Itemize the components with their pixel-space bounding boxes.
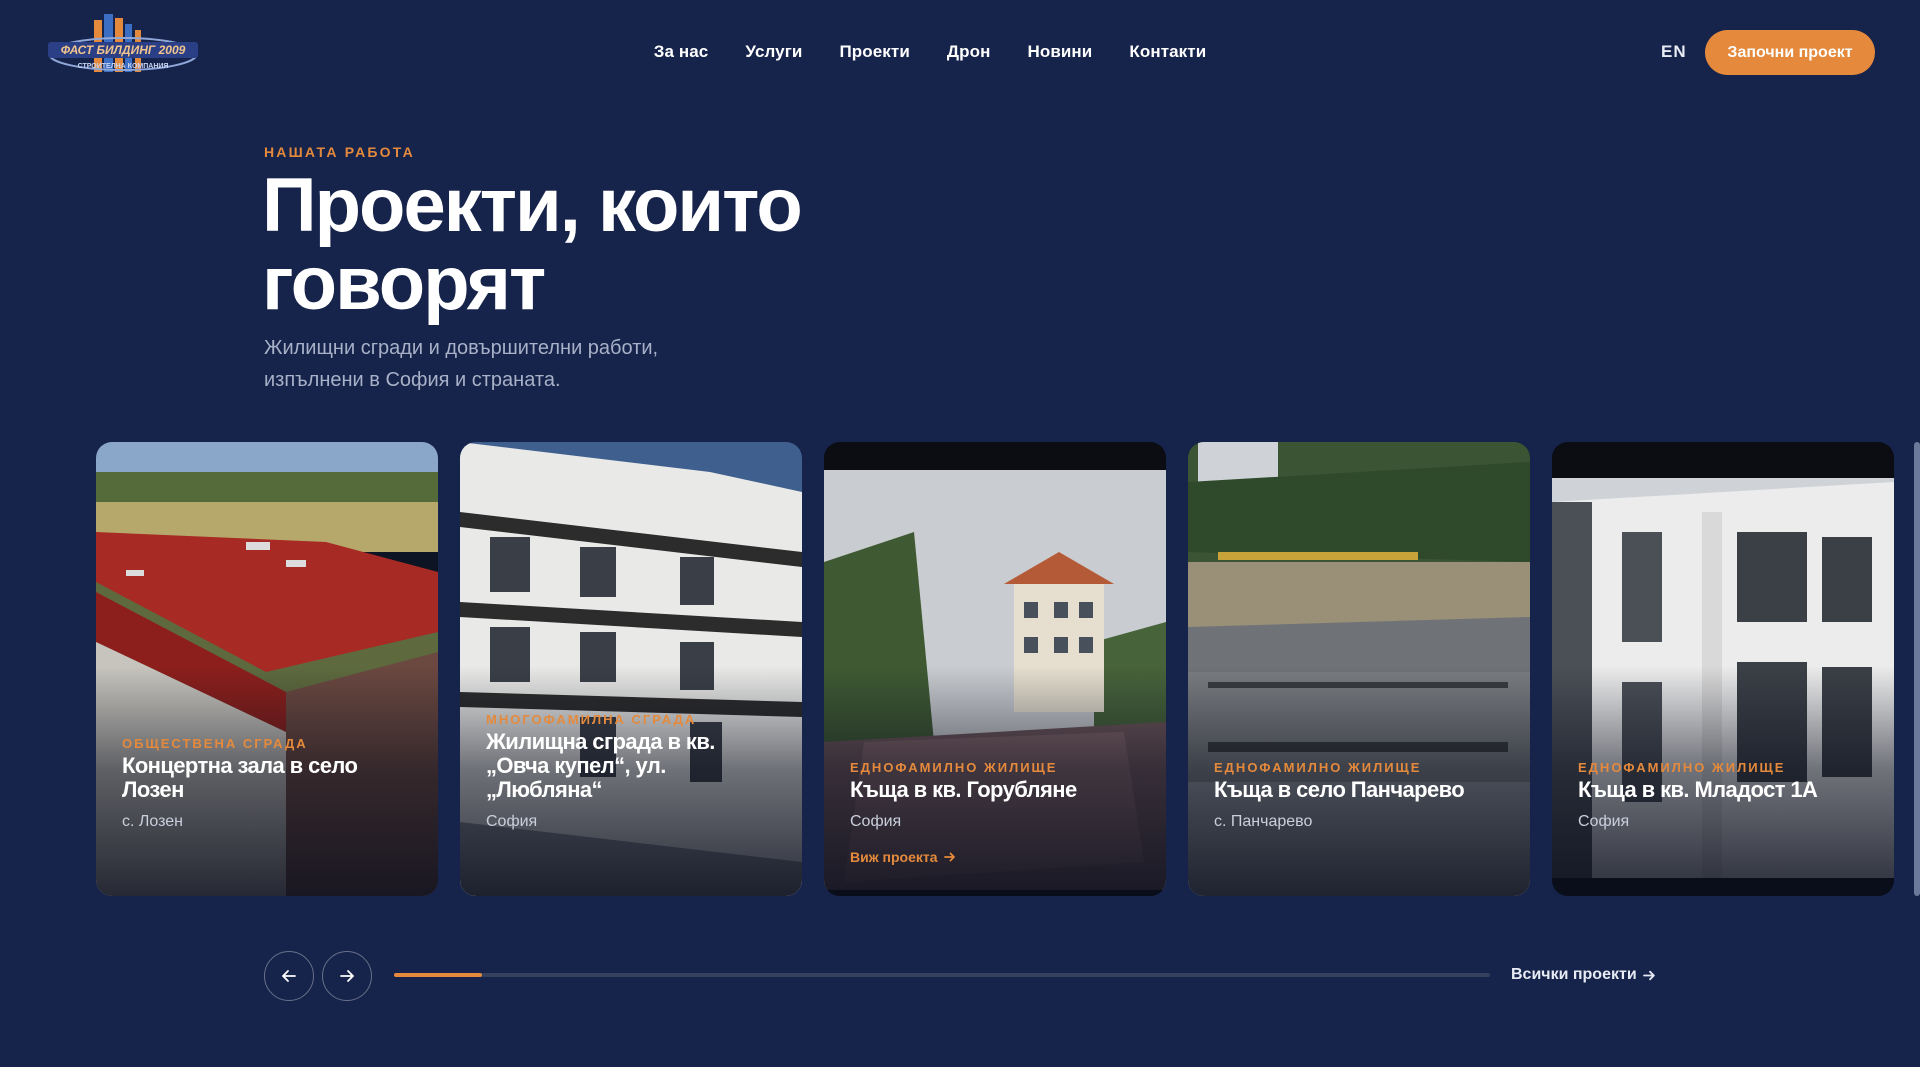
- nav-link-contacts[interactable]: Контакти: [1129, 40, 1206, 64]
- view-project-link[interactable]: Виж проекта: [850, 848, 1146, 866]
- carousel-prev-button[interactable]: [264, 951, 314, 1001]
- page: ФАСТ БИЛДИНГ 2009 СТРОИТЕЛНА КОМПАНИЯ За…: [0, 0, 1920, 1067]
- carousel-progress-track[interactable]: [394, 973, 1490, 977]
- project-card-pancharevo[interactable]: ЕДНОФАМИЛНО ЖИЛИЩЕ Къща в село Панчарево…: [1188, 442, 1530, 896]
- card-category: ЕДНОФАМИЛНО ЖИЛИЩЕ: [1578, 760, 1786, 775]
- projects-carousel: ОБЩЕСТВЕНА СГРАДА Концертна зала в село …: [0, 442, 1920, 897]
- card-title: Къща в село Панчарево: [1214, 777, 1465, 802]
- card-category: ЕДНОФАМИЛНО ЖИЛИЩЕ: [1214, 760, 1422, 775]
- page-subtitle-line-2: изпълнени в София и страната.: [264, 369, 561, 391]
- nav-link-drone[interactable]: Дрон: [947, 40, 991, 64]
- start-project-button[interactable]: Започни проект: [1705, 30, 1875, 75]
- card-title: Къща в кв. Горубляне: [850, 777, 1077, 802]
- card-location: София: [486, 813, 538, 830]
- arrow-right-icon: [340, 970, 354, 982]
- main-nav: За нас Услуги Проекти Дрон Новини Контак…: [0, 40, 1920, 64]
- card-location: с. Лозен: [122, 813, 183, 830]
- project-card-mladost[interactable]: ЕДНОФАМИЛНО ЖИЛИЩЕ Къща в кв. Младост 1А…: [1552, 442, 1894, 896]
- card-info: ЕДНОФАМИЛНО ЖИЛИЩЕ Къща в кв. Младост 1А…: [1578, 760, 1874, 832]
- section-eyebrow: НАШАТА РАБОТА: [264, 144, 415, 160]
- all-projects-link[interactable]: Всички проекти: [1511, 964, 1656, 986]
- card-location: с. Панчарево: [1214, 813, 1313, 830]
- card-title: Жилищна сграда в кв. „Овча купел“, ул. „…: [486, 730, 782, 802]
- all-projects-label: Всички проекти: [1511, 966, 1637, 983]
- card-title-line-3: „Любляна“: [486, 777, 603, 802]
- arrow-right-icon: [1642, 970, 1655, 980]
- arrow-right-icon: [943, 852, 955, 862]
- project-photo: [1914, 442, 1920, 896]
- nav-link-projects[interactable]: Проекти: [839, 40, 909, 64]
- page-title: Проекти, които говорят: [262, 167, 962, 323]
- project-card-partial[interactable]: [1914, 442, 1920, 896]
- card-title: Къща в кв. Младост 1А: [1578, 777, 1818, 802]
- view-project-label: Виж проекта: [850, 849, 938, 865]
- card-category: ЕДНОФАМИЛНО ЖИЛИЩЕ: [850, 760, 1058, 775]
- arrow-left-icon: [282, 970, 296, 982]
- card-title: Концертна зала в село Лозен: [122, 754, 418, 802]
- card-location: София: [850, 813, 902, 830]
- card-category: МНОГОФАМИЛНА СГРАДА: [486, 712, 697, 727]
- page-title-line-1: Проекти, които: [262, 163, 803, 248]
- nav-link-news[interactable]: Новини: [1027, 40, 1092, 64]
- nav-link-about[interactable]: За нас: [654, 40, 709, 64]
- card-title-line-2: „Овча купел“, ул.: [486, 753, 666, 778]
- card-title-line-1: Концертна зала в село: [122, 753, 358, 778]
- carousel-next-button[interactable]: [322, 951, 372, 1001]
- card-info: ЕДНОФАМИЛНО ЖИЛИЩЕ Къща в кв. Горубляне …: [850, 760, 1146, 866]
- card-title-line-1: Жилищна сграда в кв.: [486, 729, 715, 754]
- page-subtitle: Жилищни сгради и довършителни работи, из…: [264, 332, 784, 396]
- project-card-ovcha-kupel[interactable]: МНОГОФАМИЛНА СГРАДА Жилищна сграда в кв.…: [460, 442, 802, 896]
- card-info: ОБЩЕСТВЕНА СГРАДА Концертна зала в село …: [122, 736, 418, 832]
- card-info: ЕДНОФАМИЛНО ЖИЛИЩЕ Къща в село Панчарево…: [1214, 760, 1510, 832]
- card-title-line-2: Лозен: [122, 777, 184, 802]
- page-title-line-2: говорят: [262, 241, 546, 326]
- nav-link-services[interactable]: Услуги: [745, 40, 802, 64]
- project-card-gorublyane[interactable]: ЕДНОФАМИЛНО ЖИЛИЩЕ Къща в кв. Горубляне …: [824, 442, 1166, 896]
- card-info: МНОГОФАМИЛНА СГРАДА Жилищна сграда в кв.…: [486, 712, 782, 832]
- card-category: ОБЩЕСТВЕНА СГРАДА: [122, 736, 308, 751]
- carousel-progress-fill: [394, 973, 482, 977]
- page-subtitle-line-1: Жилищни сгради и довършителни работи,: [264, 337, 659, 359]
- project-card-lozen[interactable]: ОБЩЕСТВЕНА СГРАДА Концертна зала в село …: [96, 442, 438, 896]
- card-location: София: [1578, 813, 1630, 830]
- logo-subtext: СТРОИТЕЛНА КОМПАНИЯ: [78, 63, 169, 70]
- language-switch[interactable]: EN: [1661, 40, 1687, 64]
